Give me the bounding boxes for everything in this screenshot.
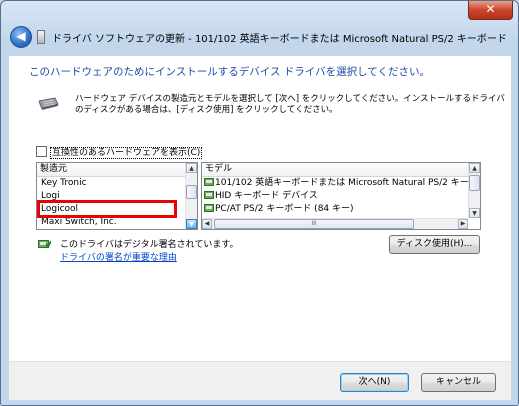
- compatible-hardware-label[interactable]: 互換性のあるハードウェアを表示(C): [50, 147, 203, 159]
- signed-driver-icon: [38, 240, 51, 249]
- back-button[interactable]: ◀: [10, 26, 32, 48]
- dialog-title: ドライバ ソフトウェアの更新 - 101/102 英語キーボードまたは Micr…: [52, 34, 507, 45]
- scroll-right-icon[interactable]: ▶: [458, 219, 468, 229]
- compatible-hardware-checkbox[interactable]: 互換性のあるハードウェアを表示(C): [36, 145, 203, 159]
- have-disk-button[interactable]: ディスク使用(H)...: [389, 235, 480, 254]
- instructions-text: ハードウェア デバイスの製造元とモデルを選択して [次へ] をクリックしてくださ…: [75, 94, 505, 115]
- model-horizontal-scrollbar[interactable]: ◀ III ▶: [202, 218, 468, 229]
- close-button[interactable]: ✕: [468, 1, 513, 20]
- page-heading: このハードウェアのためにインストールするデバイス ドライバを選択してください。: [29, 66, 430, 78]
- model-item[interactable]: HID キーボード デバイス: [202, 190, 480, 203]
- model-item-label: 101/102 英語キーボードまたは Microsoft Natural PS/…: [215, 178, 481, 188]
- model-list[interactable]: モデル 101/102 英語キーボードまたは Microsoft Natural…: [201, 162, 481, 230]
- manufacturer-item[interactable]: Maxi Switch, Inc.: [37, 216, 197, 229]
- scroll-up-icon[interactable]: ▲: [186, 163, 197, 173]
- driver-icon: [204, 178, 214, 186]
- model-item[interactable]: PC/AT PS/2 キーボード (84 キー): [202, 203, 480, 216]
- back-arrow-icon: ◀: [16, 29, 26, 43]
- cancel-button[interactable]: キャンセル: [421, 373, 496, 392]
- model-item-label: HID キーボード デバイス: [215, 191, 318, 201]
- document-icon: [37, 30, 45, 44]
- signature-info-link[interactable]: ドライバの署名が重要な理由: [60, 250, 177, 263]
- model-column-header: モデル: [202, 163, 480, 177]
- manufacturer-item[interactable]: Logi: [37, 190, 197, 203]
- scroll-thumb[interactable]: [186, 185, 197, 199]
- horizontal-scroll-thumb[interactable]: III: [214, 219, 414, 229]
- scroll-up-icon[interactable]: ▲: [469, 163, 480, 173]
- keyboard-icon: [38, 97, 59, 110]
- manufacturer-column-header: 製造元: [37, 163, 197, 177]
- driver-icon: [204, 204, 214, 212]
- model-item-selected[interactable]: 101/102 英語キーボードまたは Microsoft Natural PS/…: [202, 177, 480, 190]
- scroll-thumb[interactable]: [469, 175, 480, 191]
- driver-icon: [204, 191, 214, 199]
- scroll-left-icon[interactable]: ◀: [202, 219, 212, 229]
- manufacturer-scrollbar[interactable]: ▲ ▼: [185, 163, 197, 229]
- model-vertical-scrollbar[interactable]: ▲ ▼: [468, 163, 480, 218]
- signature-status-text: このドライバはデジタル署名されています。: [60, 240, 239, 250]
- model-item-label: PC/AT PS/2 キーボード (84 キー): [215, 204, 354, 214]
- manufacturer-item-selected[interactable]: Logicool: [37, 203, 197, 216]
- manufacturer-item[interactable]: Key Tronic: [37, 177, 197, 190]
- next-button[interactable]: 次へ(N): [340, 373, 409, 392]
- manufacturer-list[interactable]: 製造元 Key Tronic Logi Logicool Maxi Switch…: [36, 162, 198, 230]
- checkbox-box[interactable]: [36, 146, 47, 157]
- scroll-down-icon[interactable]: ▼: [469, 208, 480, 218]
- scroll-down-icon[interactable]: ▼: [186, 219, 197, 229]
